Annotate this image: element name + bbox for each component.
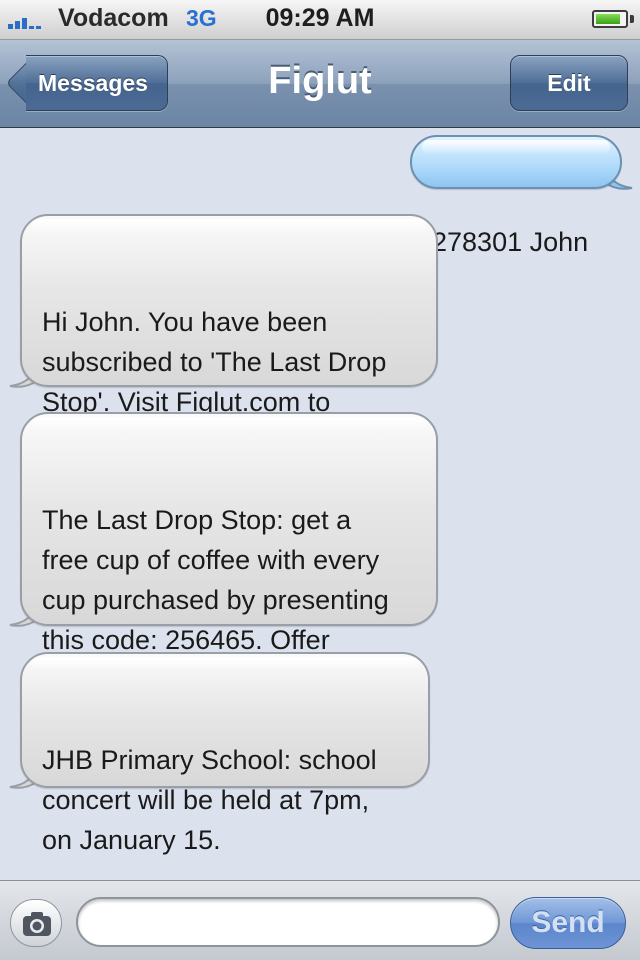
back-button[interactable]: Messages [26, 55, 168, 111]
message-bubble-sent[interactable]: 278301 John [410, 135, 622, 257]
message-text: 278301 John [432, 227, 589, 257]
message-text: JHB Primary School: school concert will … [42, 745, 377, 855]
bubble-gloss [32, 417, 426, 431]
send-button[interactable]: Send [510, 897, 626, 949]
edit-button[interactable]: Edit [510, 55, 628, 111]
bubble-gloss [422, 140, 610, 154]
battery-level [596, 14, 620, 24]
conversation-title: Figlut [268, 60, 372, 102]
message-bubble-received[interactable]: JHB Primary School: school concert will … [20, 652, 430, 855]
bubble-gloss [32, 657, 418, 671]
camera-icon [23, 912, 51, 936]
battery-tip [630, 15, 634, 23]
message-bubble-received[interactable]: The Last Drop Stop: get a free cup of co… [20, 412, 438, 695]
messages-screen: Vodacom 3G 09:29 AM Messages Figlut Edit… [0, 0, 640, 960]
camera-button[interactable] [10, 899, 62, 947]
status-time: 09:29 AM [265, 4, 375, 32]
status-bar: Vodacom 3G 09:29 AM [0, 0, 640, 40]
compose-bar: Send [0, 880, 640, 960]
message-bubble-received[interactable]: Hi John. You have been subscribed to 'Th… [20, 214, 438, 457]
message-input[interactable] [76, 897, 500, 947]
battery-icon [592, 10, 628, 28]
bubble-gloss [32, 219, 426, 233]
nav-bar: Messages Figlut Edit [0, 40, 640, 128]
